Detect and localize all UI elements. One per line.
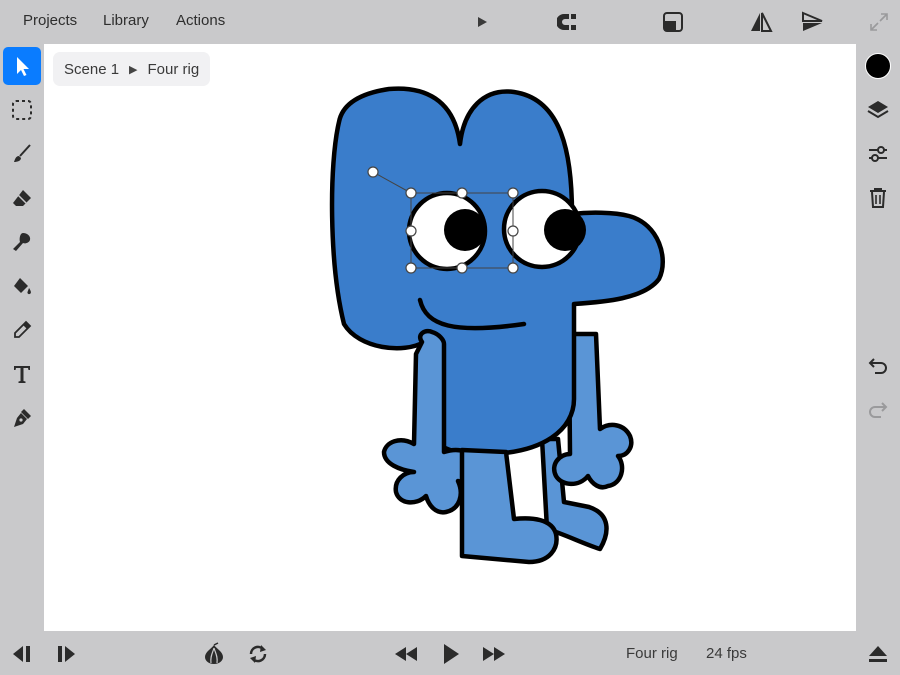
rig-handle-root (367, 166, 379, 178)
eject-icon (869, 646, 887, 662)
brush-tool[interactable] (3, 135, 41, 173)
frame-icon[interactable] (660, 9, 686, 35)
play-icon[interactable] (469, 9, 495, 35)
fps-label[interactable]: 24 fps (706, 645, 747, 662)
prev-frame-icon (13, 646, 30, 662)
rig-handle (405, 225, 417, 237)
right-pupil (544, 209, 586, 251)
timeline-bar: Four rig 24 fps (0, 631, 900, 675)
menu-library[interactable]: Library (103, 12, 149, 29)
onion-skin-icon[interactable] (556, 9, 582, 35)
eject-button[interactable] (864, 640, 892, 668)
select-tool[interactable] (3, 47, 41, 85)
flip-vertical-icon[interactable] (799, 9, 825, 35)
marquee-tool[interactable] (3, 91, 41, 129)
redo-icon (869, 402, 888, 418)
eyedropper-icon (14, 320, 32, 338)
rewind-button[interactable] (392, 640, 420, 668)
left-pupil (444, 209, 486, 251)
fast-forward-icon (483, 647, 505, 661)
color-swatch[interactable] (859, 47, 897, 85)
play-button[interactable] (437, 640, 465, 668)
rig-handle (456, 262, 468, 274)
fill-icon (14, 278, 31, 295)
smudge-icon (13, 233, 31, 251)
undo-button[interactable] (859, 347, 897, 385)
prev-frame-button[interactable] (7, 640, 35, 668)
rig-handle (507, 225, 519, 237)
menu-projects[interactable]: Projects (23, 12, 77, 29)
rig-handle (405, 187, 417, 199)
pen-icon (14, 409, 31, 427)
flip-horizontal-icon[interactable] (748, 9, 774, 35)
loop-icon (249, 645, 267, 663)
body (329, 86, 665, 457)
current-symbol-label[interactable]: Four rig (626, 645, 678, 662)
four-character-drawing[interactable] (44, 44, 856, 631)
drawing-canvas[interactable]: Scene 1 ▶ Four rig (44, 44, 856, 631)
rig-handle (507, 187, 519, 199)
marquee-icon (12, 100, 32, 120)
rig-handle (456, 187, 468, 199)
onion-icon (205, 642, 223, 664)
adjust-button[interactable] (859, 135, 897, 173)
layers-button[interactable] (859, 91, 897, 129)
loop-button[interactable] (244, 640, 272, 668)
undo-icon (868, 358, 887, 374)
expand-icon[interactable] (866, 9, 892, 35)
rewind-icon (395, 647, 417, 661)
play-icon (444, 644, 459, 664)
smudge-tool[interactable] (3, 223, 41, 261)
eraser-tool[interactable] (3, 179, 41, 217)
next-frame-button[interactable] (53, 640, 81, 668)
redo-button[interactable] (859, 391, 897, 429)
menu-actions[interactable]: Actions (176, 12, 225, 29)
rig-handle (507, 262, 519, 274)
onion-button[interactable] (200, 640, 228, 668)
rig-handle (405, 262, 417, 274)
pen-tool[interactable] (3, 399, 41, 437)
fill-tool[interactable] (3, 267, 41, 305)
brush-icon (14, 144, 31, 162)
fast-forward-button[interactable] (480, 640, 508, 668)
select-icon (17, 57, 29, 76)
text-icon (14, 366, 30, 383)
delete-button[interactable] (859, 179, 897, 217)
eyedropper-tool[interactable] (3, 311, 41, 349)
eraser-icon (13, 190, 31, 206)
trash-icon (870, 188, 886, 208)
layers-icon (867, 101, 889, 119)
next-frame-icon (58, 646, 75, 662)
top-toolbar: Projects Library Actions (0, 0, 900, 44)
text-tool[interactable] (3, 355, 41, 393)
adjust-icon (869, 146, 887, 162)
